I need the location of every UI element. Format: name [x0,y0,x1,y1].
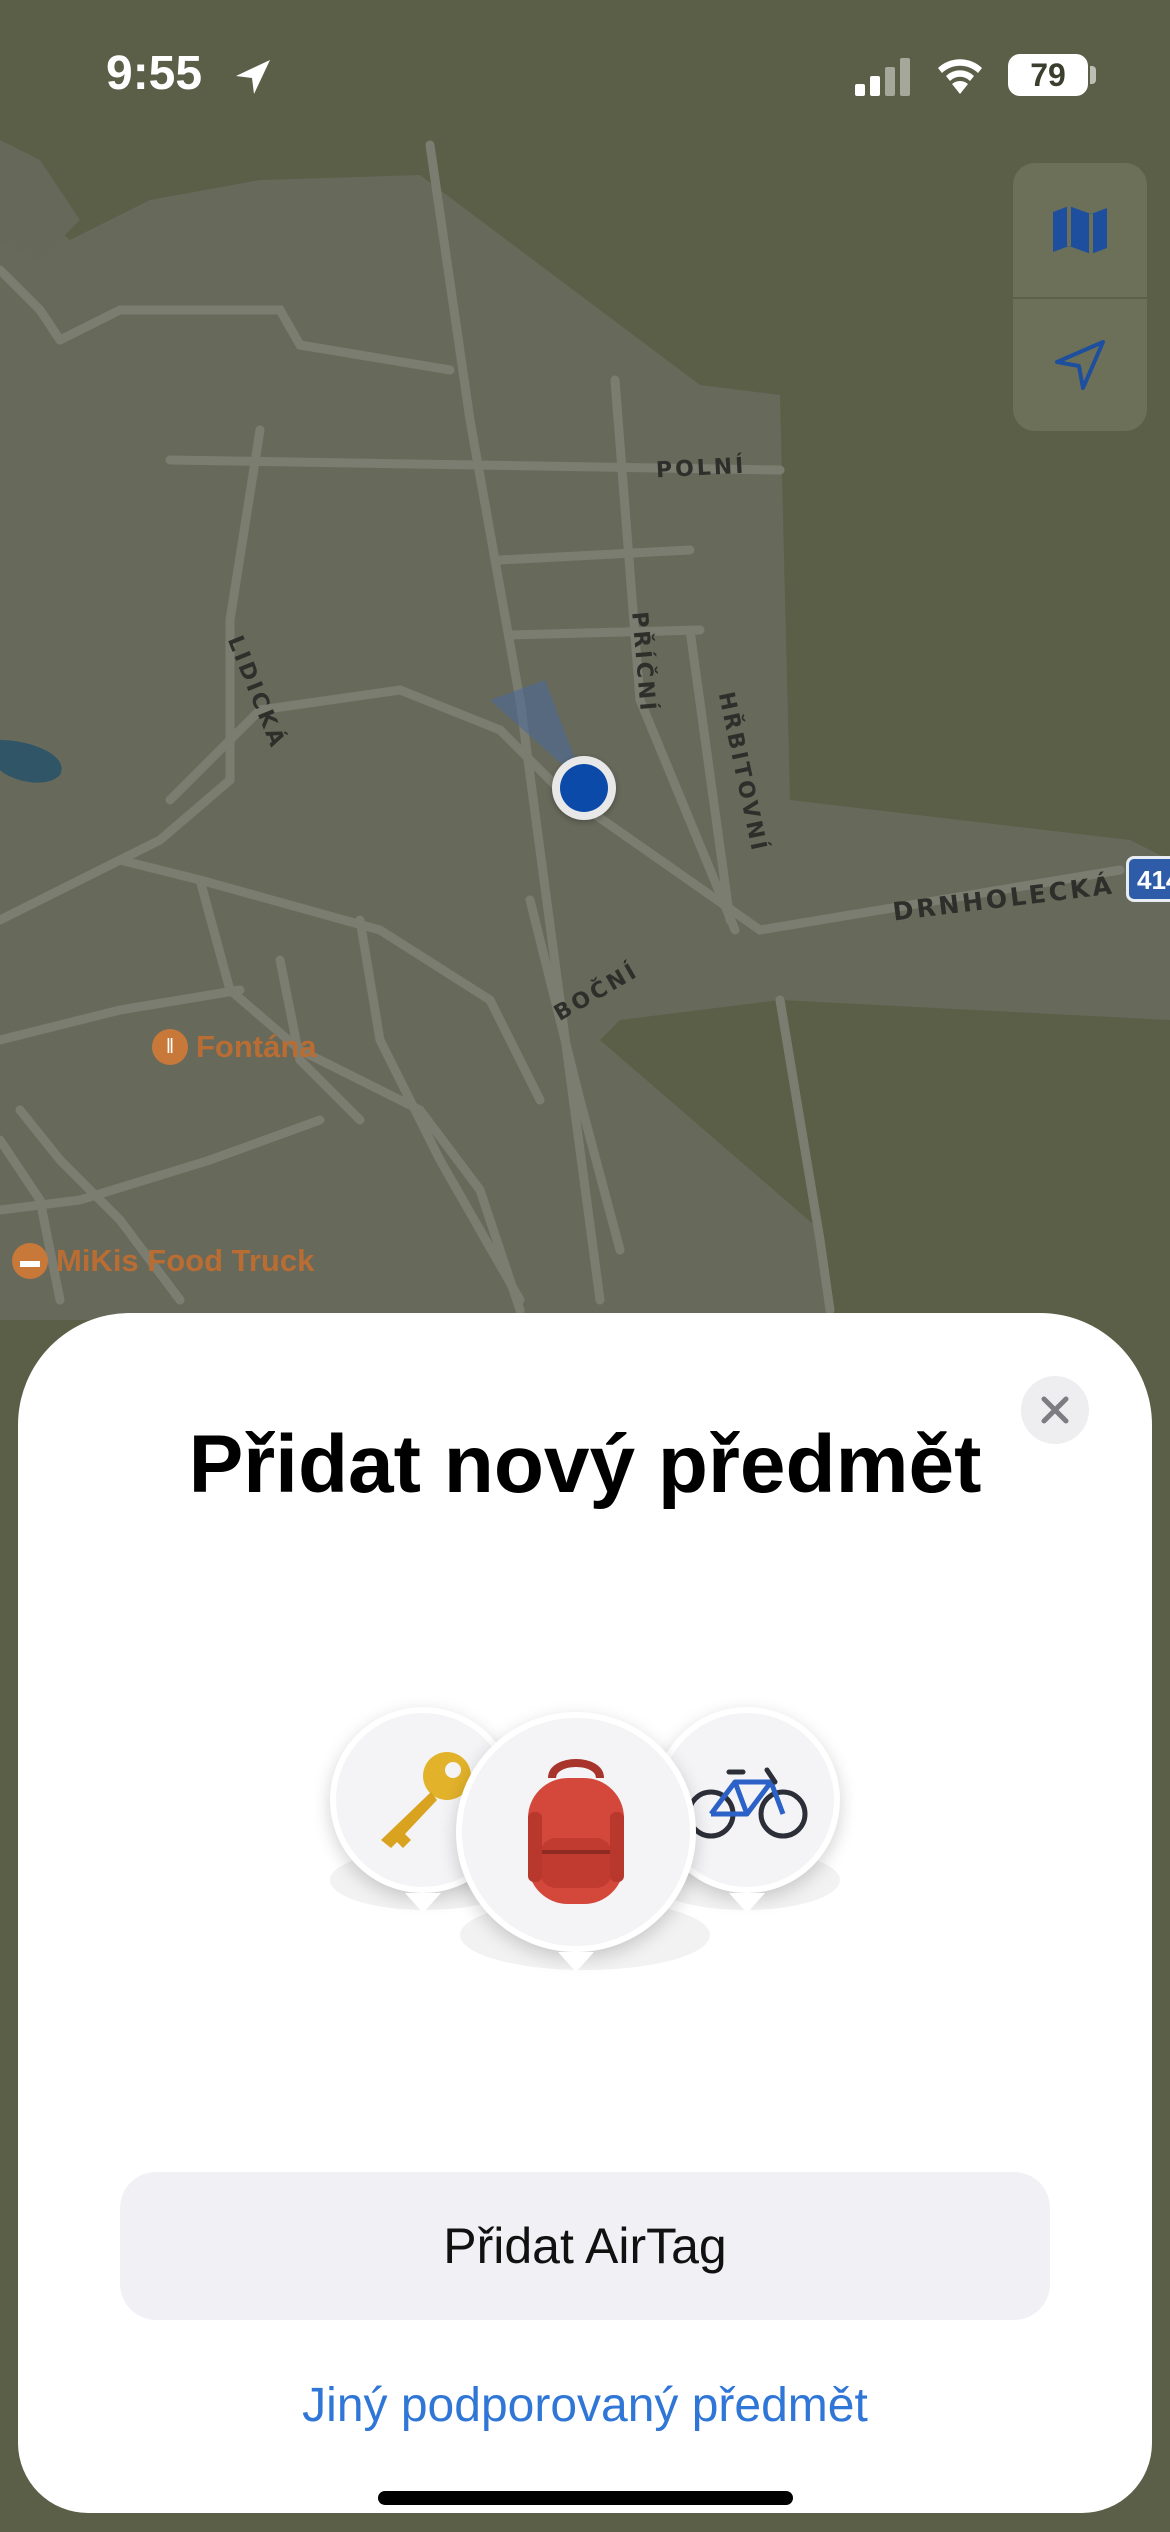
status-bar: 9:55 79 [0,0,1170,150]
home-indicator[interactable] [378,2491,793,2505]
poi-label: MiKis Food Truck [56,1243,315,1278]
poi-mikis-food-truck[interactable]: ▬ MiKis Food Truck [12,1243,314,1279]
add-airtag-label: Přidat AirTag [443,2218,727,2274]
bubble-tail [558,1952,594,1972]
user-location-dot [560,764,608,812]
user-location-marker [552,756,616,820]
food-truck-icon: ▬ [12,1243,48,1279]
bubble-tail [405,1893,441,1913]
other-supported-item-link[interactable]: Jiný podporovaný předmět [0,2378,1170,2433]
sheet-title: Přidat nový předmět [188,1419,982,1510]
screen: POLNÍ LIDICKÁ PŘÍČNÍ HŘBITOVNÍ DRNHOLECK… [0,0,1170,2532]
road-number-shield: 414 [1126,856,1170,902]
poi-label: Fontána [196,1029,317,1064]
backpack-icon [528,1759,624,1904]
location-arrow-icon [236,60,270,94]
street-label-polni: POLNÍ [655,453,748,484]
battery-icon: 79 [1008,54,1088,96]
bicycle-icon [686,1767,808,1839]
map-mode-button[interactable] [1013,163,1147,297]
map-icon [1053,206,1107,254]
map-controls [1013,163,1147,431]
backpack-bubble [456,1712,696,1952]
fork-knife-icon: ‖ [152,1029,188,1065]
poi-fontana[interactable]: ‖ Fontána [152,1029,317,1065]
cellular-signal-icon [855,58,910,96]
battery-cap [1090,66,1096,84]
track-location-button[interactable] [1013,297,1147,431]
wifi-icon [938,59,982,94]
status-time: 9:55 [106,47,203,100]
bubble-tail [729,1893,765,1913]
location-arrow-icon [1055,340,1105,390]
add-airtag-button[interactable]: Přidat AirTag [120,2172,1050,2320]
battery-level: 79 [1030,56,1066,93]
